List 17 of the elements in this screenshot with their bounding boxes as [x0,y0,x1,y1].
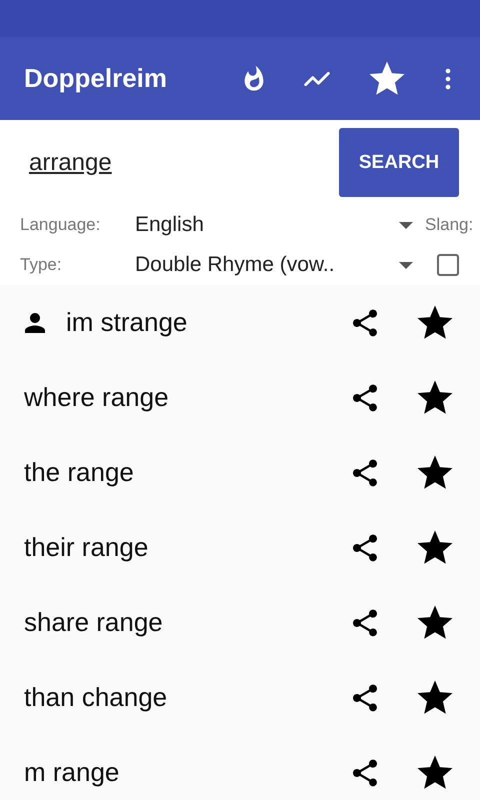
rhyme-text[interactable]: the range [24,457,349,488]
rhyme-text[interactable]: than change [24,682,349,713]
rhyme-text[interactable]: m range [24,757,349,788]
type-label: Type: [20,255,63,275]
slang-label: Slang: [425,215,474,235]
rhyme-text[interactable]: where range [24,382,349,413]
more-icon[interactable] [444,66,452,92]
type-dropdown[interactable]: Double Rhyme (vow.. [135,253,425,277]
rhyme-text[interactable]: their range [24,532,349,563]
slang-checkbox[interactable] [437,254,459,276]
language-label: Language: [20,215,102,235]
rhyme-text[interactable]: share range [24,607,349,638]
rhyme-text[interactable]: im strange [66,307,349,338]
app-title: Doppelreim [24,63,168,94]
search-field[interactable]: arrange [29,146,339,178]
language-dropdown[interactable]: English [135,213,425,237]
search-button[interactable]: SEARCH [339,128,459,197]
